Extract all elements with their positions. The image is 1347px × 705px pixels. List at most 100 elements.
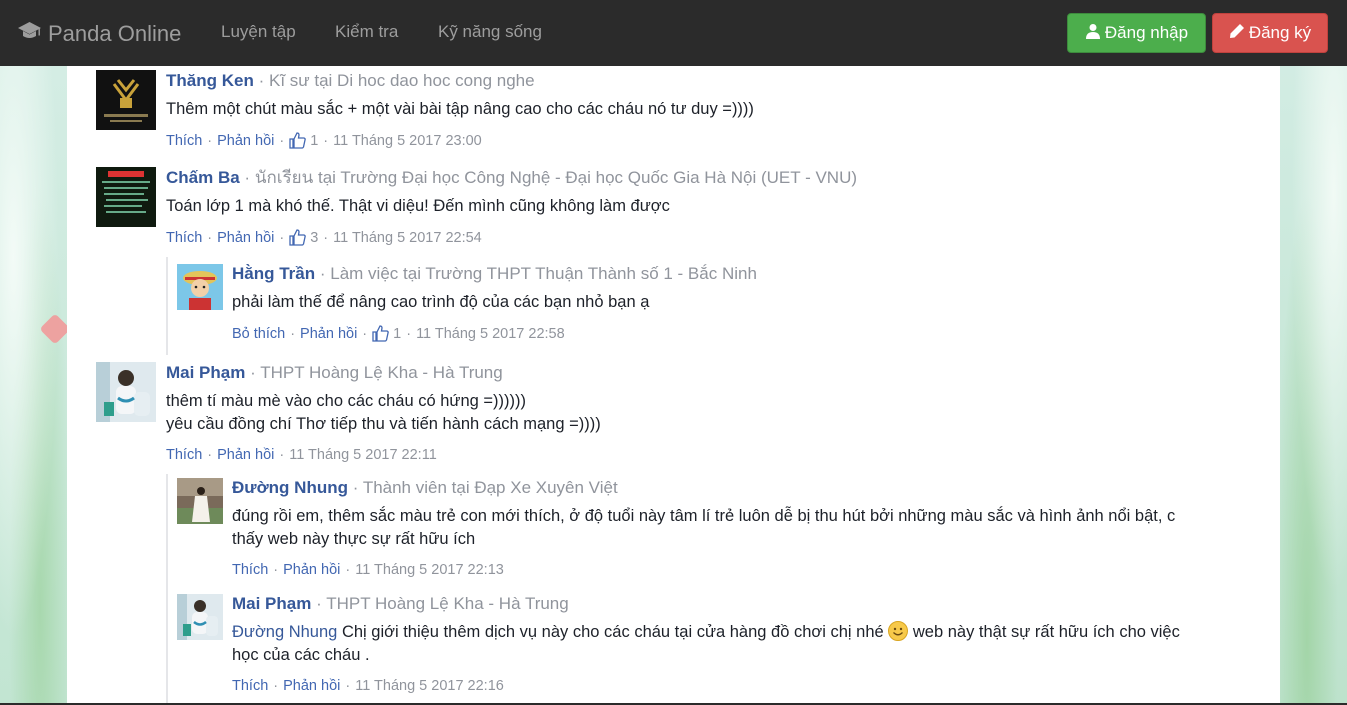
reply-link[interactable]: Phản hồi [217, 447, 274, 463]
comment-text: thêm tí màu mè vào cho các cháu có hứng … [166, 390, 601, 436]
reply-thread-line [166, 474, 168, 705]
nav-link-practice[interactable]: Luyện tập [221, 22, 296, 42]
reply-link[interactable]: Phản hồi [283, 678, 340, 694]
signup-label: Đăng ký [1248, 23, 1312, 42]
separator: · [319, 264, 326, 283]
reply-link[interactable]: Phản hồi [283, 562, 340, 578]
separator: · [207, 132, 213, 149]
comment-body: Hằng Trần · Làm việc tại Trường THPT Thu… [232, 263, 757, 342]
comment-text: Toán lớp 1 mà khó thế. Thật vi diệu! Đến… [166, 197, 670, 215]
comment-actions: Thích · Phản hồi · 11 Tháng 5 2017 22:16 [232, 678, 1180, 694]
login-label: Đăng nhập [1104, 23, 1189, 42]
comment-author[interactable]: Đường Nhung [232, 478, 348, 497]
comments-panel: Thăng Ken · Kĩ sư tại Di hoc dao hoc con… [67, 66, 1280, 705]
comment-text: phải làm thế để nâng cao trình độ của cá… [232, 293, 650, 311]
smiley-icon [888, 621, 909, 641]
comment-body: Chấm Ba · นักเรียน tại Trường Đại học Cô… [166, 167, 857, 246]
comment-author[interactable]: Mai Phạm [232, 594, 311, 613]
separator: · [250, 363, 256, 382]
separator: · [207, 229, 213, 246]
comment-author-role: Làm việc tại Trường THPT Thuận Thành số … [330, 264, 757, 283]
background-decoration-right [1280, 66, 1347, 705]
comment-timestamp[interactable]: 11 Tháng 5 2017 22:58 [416, 326, 565, 342]
comment-body: Mai Phạm · THPT Hoàng Lệ Kha - Hà Trung … [232, 593, 1180, 694]
comment-text-line: yêu cầu đồng chí Thơ tiếp thu và tiến hà… [166, 415, 601, 433]
comment-text-line: thêm tí màu mè vào cho các cháu có hứng … [166, 392, 526, 410]
like-count: 1 [310, 132, 319, 149]
like-link[interactable]: Thích [232, 562, 268, 578]
reply-link[interactable]: Phản hồi [300, 326, 357, 342]
like-link[interactable]: Thích [166, 133, 202, 149]
user-icon [1085, 23, 1101, 44]
reply-thread-line [166, 257, 168, 355]
comment-text: đúng rồi em, thêm sắc màu trẻ con mới th… [232, 505, 1175, 551]
comment-author[interactable]: Thăng Ken [166, 71, 254, 90]
comment-text-segment: web này thật sự rất hữu ích cho việc [912, 623, 1180, 641]
avatar[interactable] [177, 264, 223, 310]
separator: · [345, 678, 351, 694]
like-count: 1 [393, 325, 402, 342]
avatar[interactable] [96, 70, 156, 130]
comment-actions: Thích · Phản hồi · 11 Tháng 5 2017 22:11 [166, 447, 601, 463]
reply-link[interactable]: Phản hồi [217, 133, 274, 149]
comment-author-role: Kĩ sư tại Di hoc dao hoc cong nghe [268, 71, 535, 90]
brand-logo[interactable]: Panda Online [17, 20, 181, 48]
comment-author[interactable]: Mai Phạm [166, 363, 245, 382]
top-navbar: Panda Online Luyện tập Kiểm tra Kỹ năng … [0, 0, 1347, 67]
separator: · [279, 447, 285, 463]
comment-timestamp[interactable]: 11 Tháng 5 2017 22:54 [333, 230, 482, 246]
separator: · [290, 325, 296, 342]
comment-body: Thăng Ken · Kĩ sư tại Di hoc dao hoc con… [166, 70, 754, 149]
comment-actions: Thích · Phản hồi · 1 · 11 Tháng 5 2017 2… [166, 132, 754, 149]
thumbs-up-icon [289, 229, 306, 246]
pencil-icon [1229, 23, 1245, 44]
separator: · [323, 132, 329, 149]
separator: · [406, 325, 412, 342]
comment-text-line: đúng rồi em, thêm sắc màu trẻ con mới th… [232, 507, 1176, 525]
comment-author-role: Thành viên tại Đạp Xe Xuyên Việt [362, 478, 618, 497]
nav-link-life-skills[interactable]: Kỹ năng sống [438, 22, 542, 42]
comment-actions: Thích · Phản hồi · 3 · 11 Tháng 5 2017 2… [166, 229, 857, 246]
signup-button[interactable]: Đăng ký [1212, 13, 1328, 53]
separator: · [316, 594, 322, 613]
separator: · [279, 229, 285, 246]
comment-author-role: THPT Hoàng Lệ Kha - Hà Trung [260, 363, 503, 382]
graduation-cap-icon [17, 20, 42, 48]
mention-link[interactable]: Đường Nhung [232, 623, 337, 641]
avatar[interactable] [96, 167, 156, 227]
separator: · [207, 447, 213, 463]
comment-body: Mai Phạm · THPT Hoàng Lệ Kha - Hà Trung … [166, 362, 601, 463]
comment-author-role: THPT Hoàng Lệ Kha - Hà Trung [326, 594, 569, 613]
comment-actions: Bỏ thích · Phản hồi · 1 · 11 Tháng 5 201… [232, 325, 757, 342]
separator: · [244, 168, 251, 187]
login-button[interactable]: Đăng nhập [1067, 13, 1206, 53]
avatar[interactable] [177, 594, 223, 640]
avatar[interactable] [96, 362, 156, 422]
avatar[interactable] [177, 478, 223, 524]
thumbs-up-icon [372, 325, 389, 342]
comment-timestamp[interactable]: 11 Tháng 5 2017 22:11 [289, 447, 437, 463]
comment-timestamp[interactable]: 11 Tháng 5 2017 23:00 [333, 133, 482, 149]
comment-text-line: Đường Nhung Chị giới thiệu thêm dịch vụ … [232, 621, 1180, 644]
comment-author[interactable]: Hằng Trần [232, 264, 315, 283]
separator: · [258, 71, 265, 90]
like-link[interactable]: Thích [166, 447, 202, 463]
separator: · [323, 229, 329, 246]
comment-author-role: นักเรียน tại Trường Đại học Công Nghệ - … [254, 168, 858, 187]
separator: · [345, 562, 351, 578]
comment-timestamp[interactable]: 11 Tháng 5 2017 22:16 [355, 678, 504, 694]
comment-text: Đường Nhung Chị giới thiệu thêm dịch vụ … [232, 621, 1180, 667]
comment-timestamp[interactable]: 11 Tháng 5 2017 22:13 [355, 562, 504, 578]
comment-body: Đường Nhung · Thành viên tại Đạp Xe Xuyê… [232, 477, 1175, 578]
separator: · [279, 132, 285, 149]
separator: · [273, 562, 279, 578]
comment-text-segment: Chị giới thiệu thêm dịch vụ này cho các … [341, 623, 884, 641]
like-link[interactable]: Thích [166, 230, 202, 246]
unlike-link[interactable]: Bỏ thích [232, 326, 285, 342]
reply-link[interactable]: Phản hồi [217, 230, 274, 246]
separator: · [352, 478, 359, 497]
like-link[interactable]: Thích [232, 678, 268, 694]
nav-link-test[interactable]: Kiểm tra [335, 22, 398, 42]
background-decoration-left [0, 66, 67, 705]
comment-author[interactable]: Chấm Ba [166, 168, 240, 187]
